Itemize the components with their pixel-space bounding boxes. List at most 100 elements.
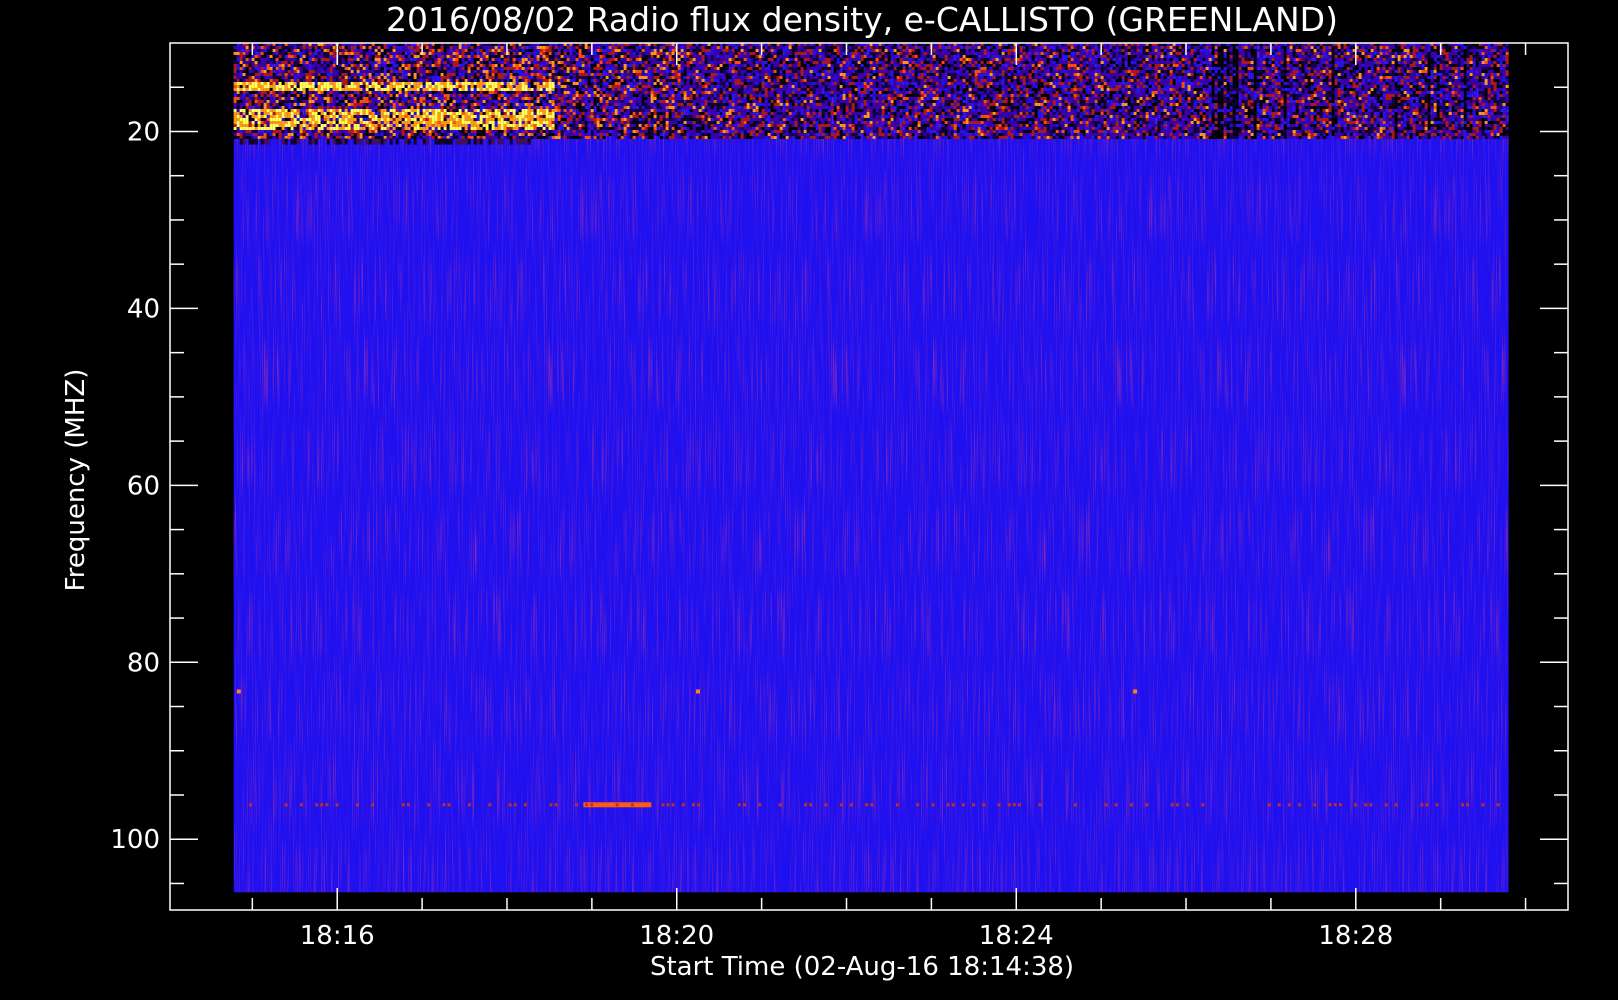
burst-cell bbox=[644, 118, 648, 121]
burst-cell bbox=[473, 94, 477, 97]
burst-cell bbox=[749, 88, 753, 91]
burst-cell bbox=[488, 130, 492, 133]
burst-cell bbox=[572, 85, 576, 88]
burst-cell bbox=[338, 70, 342, 73]
burst-cell bbox=[578, 94, 582, 97]
burst-cell bbox=[341, 130, 345, 133]
burst-cell bbox=[578, 109, 582, 112]
burst-cell bbox=[347, 136, 351, 139]
burst-cell bbox=[584, 52, 588, 55]
burst-cell bbox=[389, 94, 393, 97]
burst-cell bbox=[554, 97, 558, 100]
burst-cell bbox=[482, 124, 486, 127]
burst-cell bbox=[416, 79, 420, 82]
burst-cell bbox=[431, 88, 435, 91]
burst-cell bbox=[281, 79, 285, 82]
burst-cell bbox=[530, 100, 534, 103]
burst-cell bbox=[344, 67, 348, 70]
burst-cell bbox=[383, 112, 387, 115]
burst-cell bbox=[635, 124, 639, 127]
burst-cell bbox=[437, 73, 441, 76]
burst-cell bbox=[698, 106, 702, 109]
burst-cell bbox=[398, 64, 402, 67]
burst-cell bbox=[650, 85, 654, 88]
burst-cell bbox=[593, 133, 597, 136]
burst-cell bbox=[383, 118, 387, 121]
burst-cell bbox=[404, 106, 408, 109]
burst-cell bbox=[740, 70, 744, 73]
burst-cell bbox=[728, 64, 732, 67]
burst-cell bbox=[305, 88, 309, 91]
burst-cell bbox=[407, 118, 411, 121]
burst-cell bbox=[578, 130, 582, 133]
burst-cell bbox=[749, 94, 753, 97]
burst-cell bbox=[302, 82, 306, 85]
burst-cell bbox=[497, 121, 501, 124]
burst-cell bbox=[674, 76, 678, 79]
burst-cell bbox=[290, 127, 294, 130]
burst-cell bbox=[551, 85, 555, 88]
burst-cell bbox=[569, 124, 573, 127]
burst-cell bbox=[233, 79, 237, 82]
burst-cell bbox=[551, 58, 555, 61]
burst-cell bbox=[233, 76, 237, 79]
burst-cell bbox=[416, 91, 420, 94]
burst-cell bbox=[290, 64, 294, 67]
burst-cell bbox=[764, 88, 768, 91]
burst-cell bbox=[572, 55, 576, 58]
burst-cell bbox=[374, 70, 378, 73]
burst-cell bbox=[731, 91, 735, 94]
burst-cell bbox=[623, 133, 627, 136]
burst-cell bbox=[398, 67, 402, 70]
burst-cell bbox=[266, 85, 270, 88]
burst-cell bbox=[236, 112, 240, 115]
burst-cell bbox=[683, 94, 687, 97]
burst-cell bbox=[497, 82, 501, 85]
burst-cell bbox=[344, 82, 348, 85]
burst-cell bbox=[650, 118, 654, 121]
burst-cell bbox=[725, 109, 729, 112]
burst-cell bbox=[344, 100, 348, 103]
burst-cell bbox=[536, 73, 540, 76]
burst-cell bbox=[314, 55, 318, 58]
burst-cell bbox=[704, 55, 708, 58]
burst-cell bbox=[440, 67, 444, 70]
burst-cell bbox=[656, 64, 660, 67]
burst-cell bbox=[455, 97, 459, 100]
burst-cell bbox=[383, 79, 387, 82]
burst-cell bbox=[287, 100, 291, 103]
burst-cell bbox=[311, 115, 315, 118]
burst-cell bbox=[365, 85, 369, 88]
burst-cell bbox=[602, 61, 606, 64]
burst-cell bbox=[602, 52, 606, 55]
burst-cell bbox=[581, 46, 585, 49]
burst-cell bbox=[362, 94, 366, 97]
burst-cell bbox=[386, 127, 390, 130]
burst-cell bbox=[554, 112, 558, 115]
burst-cell bbox=[488, 82, 492, 85]
burst-cell bbox=[464, 124, 468, 127]
burst-cell bbox=[362, 67, 366, 70]
burst-cell bbox=[707, 88, 711, 91]
burst-cell bbox=[722, 127, 726, 130]
burst-cell bbox=[668, 124, 672, 127]
burst-cell bbox=[536, 115, 540, 118]
burst-cell bbox=[458, 94, 462, 97]
burst-cell bbox=[386, 88, 390, 91]
burst-cell bbox=[611, 52, 615, 55]
burst-cell bbox=[638, 70, 642, 73]
burst-cell bbox=[635, 61, 639, 64]
burst-cell bbox=[503, 64, 507, 67]
burst-cell bbox=[266, 97, 270, 100]
burst-cell bbox=[533, 73, 537, 76]
burst-cell bbox=[698, 76, 702, 79]
burst-cell bbox=[395, 112, 399, 115]
burst-cell bbox=[527, 106, 531, 109]
burst-cell bbox=[602, 55, 606, 58]
burst-cell bbox=[248, 109, 252, 112]
burst-cell bbox=[407, 100, 411, 103]
burst-cell bbox=[560, 109, 564, 112]
burst-cell bbox=[239, 103, 243, 106]
burst-cell bbox=[632, 100, 636, 103]
burst-cell bbox=[644, 133, 648, 136]
